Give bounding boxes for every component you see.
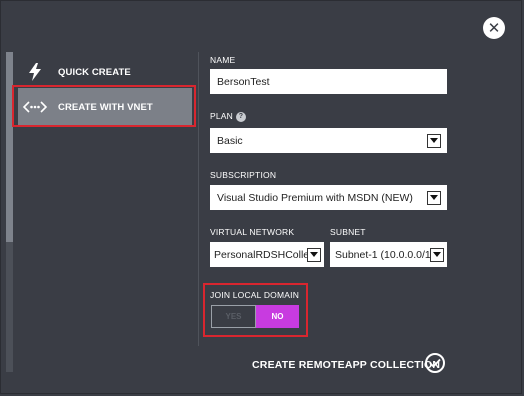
- chevron-down-icon[interactable]: [427, 190, 441, 205]
- subscription-label: SUBSCRIPTION: [210, 170, 277, 180]
- lightning-icon: [18, 63, 52, 81]
- chevron-down-icon[interactable]: [307, 247, 321, 262]
- panel-divider: [198, 52, 199, 346]
- nav-scrollbar-thumb[interactable]: [6, 52, 13, 242]
- annotation-highlight-vnet: [12, 85, 196, 127]
- nav-item-label: QUICK CREATE: [58, 66, 131, 78]
- chevron-down-icon[interactable]: [427, 133, 441, 148]
- close-icon[interactable]: ✕: [483, 17, 505, 39]
- plan-label-text: PLAN: [210, 111, 234, 121]
- virtual-network-label: VIRTUAL NETWORK: [210, 227, 295, 237]
- plan-select-value: Basic: [217, 134, 243, 147]
- subnet-select[interactable]: Subnet-1 (10.0.0.0/1: [330, 242, 447, 267]
- plan-select[interactable]: Basic: [210, 128, 447, 153]
- subnet-select-value: Subnet-1 (10.0.0.0/1: [335, 248, 430, 261]
- name-field[interactable]: BersonTest: [210, 69, 447, 94]
- subnet-label: SUBNET: [330, 227, 366, 237]
- annotation-highlight-join-domain: [203, 283, 308, 337]
- create-collection-label[interactable]: CREATE REMOTEAPP COLLECTION: [252, 359, 440, 371]
- virtual-network-select[interactable]: PersonalRDSHCollect: [210, 242, 324, 267]
- help-icon[interactable]: ?: [236, 111, 247, 122]
- subscription-select[interactable]: Visual Studio Premium with MSDN (NEW): [210, 185, 447, 210]
- checkmark-icon[interactable]: [425, 353, 445, 373]
- chevron-down-icon[interactable]: [430, 247, 444, 262]
- virtual-network-select-value: PersonalRDSHCollect: [214, 248, 307, 261]
- plan-label: PLAN?: [210, 111, 247, 122]
- name-label: NAME: [210, 55, 236, 65]
- subscription-select-value: Visual Studio Premium with MSDN (NEW): [217, 191, 413, 204]
